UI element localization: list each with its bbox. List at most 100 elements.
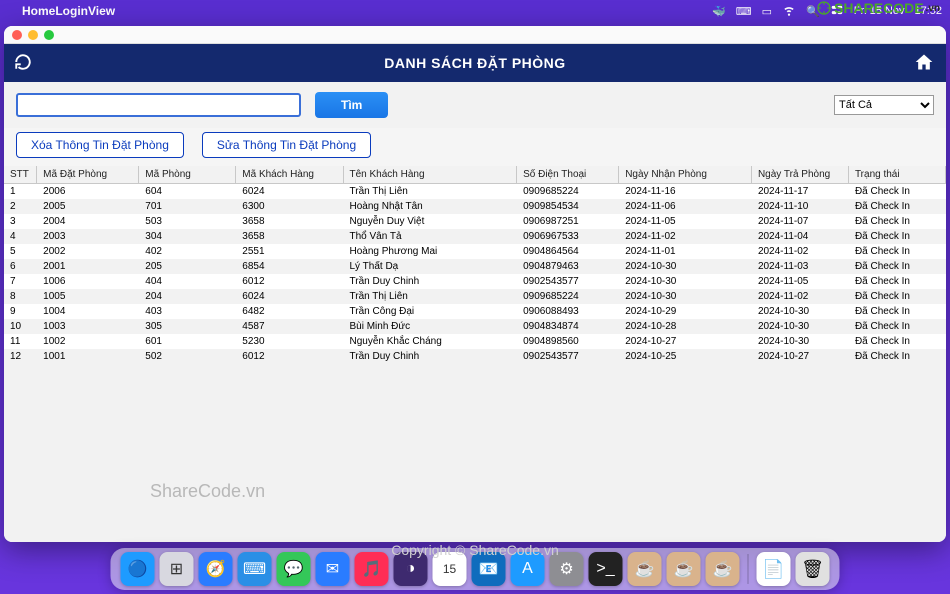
table-row[interactable]: 120066046024Trần Thị Liên09096852242024-…	[4, 184, 946, 200]
table-cell: 502	[139, 349, 236, 364]
macos-menubar: HomeLoginView 🐳 ⌨ ▭ 🔍 Fri 15 Nov 17:52	[0, 0, 950, 22]
table-cell: 2004	[37, 214, 139, 229]
table-cell: 2024-11-07	[751, 214, 848, 229]
dock-safari-icon[interactable]: 🧭	[199, 552, 233, 586]
table-cell: 2024-10-30	[619, 289, 752, 304]
table-cell: Nguyễn Duy Việt	[343, 214, 517, 229]
table-cell: 2024-11-02	[619, 229, 752, 244]
table-cell: 1002	[37, 334, 139, 349]
table-row[interactable]: 220057016300Hoàng Nhật Tân09098545342024…	[4, 199, 946, 214]
table-row[interactable]: 1110026015230Nguyễn Khắc Cháng0904898560…	[4, 334, 946, 349]
wifi-icon[interactable]	[782, 3, 796, 20]
dock-vscode-icon[interactable]: ⌨	[238, 552, 272, 586]
window-zoom-button[interactable]	[44, 30, 54, 40]
table-cell: 8	[4, 289, 37, 304]
column-header[interactable]: Mã Khách Hàng	[236, 166, 343, 184]
window-close-button[interactable]	[12, 30, 22, 40]
table-cell: 701	[139, 199, 236, 214]
column-header[interactable]: STT	[4, 166, 37, 184]
window-minimize-button[interactable]	[28, 30, 38, 40]
table-row[interactable]: 910044036482Trần Công Đại09060884932024-…	[4, 304, 946, 319]
macos-dock: 🔵⊞🧭⌨💬✉🎵◑15📧A⚙>_☕☕☕📄🗑	[111, 548, 840, 590]
table-cell: 0904864564	[517, 244, 619, 259]
table-cell: Trần Duy Chinh	[343, 349, 517, 364]
table-cell: 0906967533	[517, 229, 619, 244]
table-cell: 3658	[236, 229, 343, 244]
action-toolbar: Xóa Thông Tin Đặt Phòng Sửa Thông Tin Đặ…	[4, 128, 946, 166]
page-title: DANH SÁCH ĐẶT PHÒNG	[384, 55, 565, 71]
table-cell: 2024-11-05	[751, 274, 848, 289]
table-cell: 2024-11-05	[619, 214, 752, 229]
table-cell: 9	[4, 304, 37, 319]
table-cell: 1	[4, 184, 37, 200]
table-row[interactable]: 810052046024Trần Thị Liên09096852242024-…	[4, 289, 946, 304]
table-row[interactable]: 520024022551Hoàng Phương Mai090486456420…	[4, 244, 946, 259]
column-header[interactable]: Tên Khách Hàng	[343, 166, 517, 184]
table-row[interactable]: 710064046012Trần Duy Chinh09025435772024…	[4, 274, 946, 289]
dock-music-icon[interactable]: 🎵	[355, 552, 389, 586]
dock-calendar-icon[interactable]: 15	[433, 552, 467, 586]
dock-finder-icon[interactable]: 🔵	[121, 552, 155, 586]
dock-downloads-icon[interactable]: 📄	[757, 552, 791, 586]
table-cell: 2024-11-02	[751, 289, 848, 304]
column-header[interactable]: Số Điện Thoại	[517, 166, 619, 184]
docker-icon[interactable]: 🐳	[712, 5, 726, 18]
column-header[interactable]: Mã Phòng	[139, 166, 236, 184]
table-cell: 1003	[37, 319, 139, 334]
table-cell: Đã Check In	[848, 349, 945, 364]
dock-java2-icon[interactable]: ☕	[667, 552, 701, 586]
table-cell: 2001	[37, 259, 139, 274]
column-header[interactable]: Trạng thái	[848, 166, 945, 184]
table-row[interactable]: 1010033054587Bùi Minh Đức09048348742024-…	[4, 319, 946, 334]
table-row[interactable]: 1210015026012Trần Duy Chinh0902543577202…	[4, 349, 946, 364]
dock-java3-icon[interactable]: ☕	[706, 552, 740, 586]
table-cell: 0902543577	[517, 349, 619, 364]
table-cell: Trần Thị Liên	[343, 289, 517, 304]
table-cell: 4587	[236, 319, 343, 334]
filter-select[interactable]: Tất Cả	[834, 95, 934, 115]
dock-outlook-icon[interactable]: 📧	[472, 552, 506, 586]
edit-booking-button[interactable]: Sửa Thông Tin Đặt Phòng	[202, 132, 371, 158]
column-header[interactable]: Ngày Nhận Phòng	[619, 166, 752, 184]
table-cell: Đã Check In	[848, 184, 945, 200]
table-cell: 2002	[37, 244, 139, 259]
table-cell: Thổ Vân Tả	[343, 229, 517, 244]
table-row[interactable]: 320045033658Nguyễn Duy Việt0906987251202…	[4, 214, 946, 229]
search-input[interactable]	[16, 93, 301, 117]
table-cell: 2024-11-03	[751, 259, 848, 274]
table-cell: 11	[4, 334, 37, 349]
booking-table: STTMã Đặt PhòngMã PhòngMã Khách HàngTên …	[4, 166, 946, 364]
app-name[interactable]: HomeLoginView	[22, 4, 115, 18]
home-icon[interactable]	[914, 52, 934, 75]
column-header[interactable]: Mã Đặt Phòng	[37, 166, 139, 184]
table-cell: 404	[139, 274, 236, 289]
search-button[interactable]: Tìm	[315, 92, 388, 118]
dock-trash-icon[interactable]: 🗑	[796, 552, 830, 586]
table-cell: 2024-10-30	[751, 334, 848, 349]
table-cell: Đã Check In	[848, 244, 945, 259]
dock-java1-icon[interactable]: ☕	[628, 552, 662, 586]
search-toolbar: Tìm Tất Cả	[4, 82, 946, 128]
dock-terminal-icon[interactable]: >_	[589, 552, 623, 586]
input-method-icon[interactable]: ⌨	[736, 5, 752, 18]
table-row[interactable]: 420033043658Thổ Vân Tả09069675332024-11-…	[4, 229, 946, 244]
table-cell: 402	[139, 244, 236, 259]
dock-messages-icon[interactable]: 💬	[277, 552, 311, 586]
table-cell: 2024-10-27	[619, 334, 752, 349]
refresh-icon[interactable]	[14, 53, 32, 74]
delete-booking-button[interactable]: Xóa Thông Tin Đặt Phòng	[16, 132, 184, 158]
table-row[interactable]: 620012056854Lý Thất Dạ09048794632024-10-…	[4, 259, 946, 274]
table-cell: Đã Check In	[848, 229, 945, 244]
dock-settings-icon[interactable]: ⚙	[550, 552, 584, 586]
dock-appstore-icon[interactable]: A	[511, 552, 545, 586]
dock-mail-icon[interactable]: ✉	[316, 552, 350, 586]
dock-separator	[748, 554, 749, 584]
column-header[interactable]: Ngày Trả Phòng	[751, 166, 848, 184]
table-cell: 2024-10-30	[751, 304, 848, 319]
dock-launchpad-icon[interactable]: ⊞	[160, 552, 194, 586]
app-window: DANH SÁCH ĐẶT PHÒNG Tìm Tất Cả Xóa Thông…	[4, 26, 946, 542]
table-cell: 0909685224	[517, 289, 619, 304]
table-cell: 2024-11-16	[619, 184, 752, 200]
dock-eclipse-icon[interactable]: ◑	[394, 552, 428, 586]
battery-icon[interactable]: ▭	[762, 5, 772, 18]
